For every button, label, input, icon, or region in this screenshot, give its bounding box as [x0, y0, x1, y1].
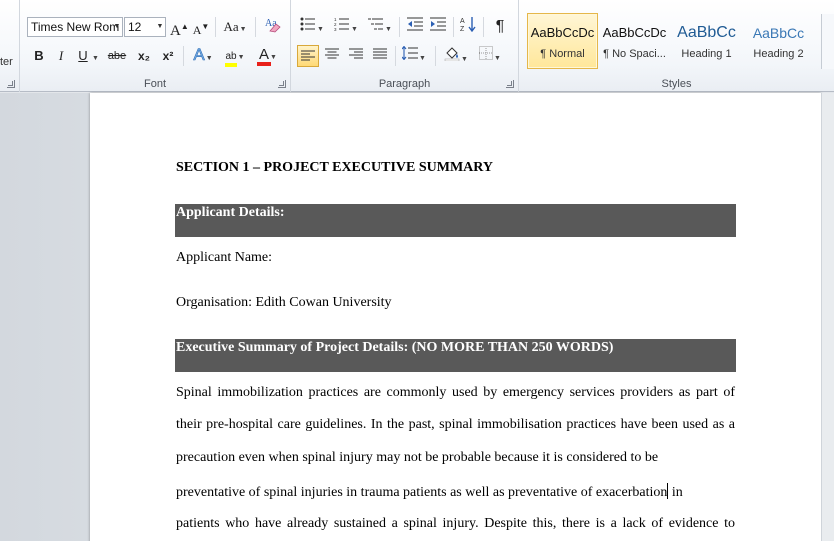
style-preview: AaBbCcDc [602, 25, 667, 40]
numbered-list-icon: 123 [334, 17, 350, 32]
border-grid-icon [479, 46, 494, 60]
style-preview: AaBbCcDc [530, 25, 595, 40]
body-line-4: preventative of spinal injuries in traum… [176, 483, 735, 501]
style-no-spacing[interactable]: AaBbCcDc ¶ No Spaci... [599, 13, 670, 69]
bold-button[interactable]: B [29, 45, 49, 67]
italic-button[interactable]: I [51, 45, 71, 67]
shrink-font-button[interactable]: A▼ [192, 16, 210, 38]
separator [255, 17, 256, 37]
clipboard-label-fragment: ter [0, 56, 13, 68]
font-size-value: 12 [128, 20, 142, 34]
style-normal[interactable]: AaBbCcDc ¶ Normal [527, 13, 598, 69]
borders-button[interactable]: ▼ [475, 45, 505, 67]
font-group-label: Font [143, 78, 166, 90]
style-preview: AaBbCc [752, 25, 805, 41]
applicant-name-line: Applicant Name: [176, 250, 273, 265]
text-effects-button[interactable]: A▼ [188, 44, 218, 66]
separator [399, 17, 400, 37]
font-color-label: A [259, 46, 270, 63]
justify-icon[interactable] [369, 45, 391, 67]
clear-formatting-icon[interactable]: Aa [261, 15, 285, 37]
body-line-4-tail: in [668, 485, 683, 500]
paint-bucket-icon [444, 47, 460, 62]
styles-group: AaBbCcDc ¶ Normal AaBbCcDc ¶ No Spaci...… [519, 0, 834, 92]
subscript-button[interactable]: x₂ [133, 45, 155, 67]
body-line-1: Spinal immobilization practices are comm… [176, 385, 735, 400]
underline-dropdown[interactable]: ▼ [90, 45, 100, 67]
style-name: ¶ No Spaci... [603, 48, 666, 60]
executive-summary-header: Executive Summary of Project Details: (N… [175, 339, 736, 372]
multilevel-list-button[interactable]: ▼ [365, 16, 395, 38]
font-color-button[interactable]: A ▼ [253, 44, 283, 66]
numbering-button[interactable]: 1 2 3 ▼ [331, 16, 361, 38]
document-area: SECTION 1 – PROJECT EXECUTIVE SUMMARY Ap… [0, 93, 834, 541]
show-formatting-marks-button[interactable]: ¶ [489, 16, 511, 38]
styles-gallery-scroll[interactable] [821, 14, 834, 69]
font-group: Times New Rom ▼ 12 ▼ A▲ A▼ Aa▼ Aa B I U … [20, 0, 291, 92]
highlighter-icon: ab [225, 51, 237, 67]
body-line-4-text: preventative of spinal injuries in traum… [176, 485, 668, 500]
separator [183, 46, 184, 66]
font-dialog-launcher-icon[interactable] [278, 80, 286, 88]
decrease-indent-icon[interactable] [404, 16, 426, 38]
paragraph-group: ▼ 1 2 3 ▼ ▼ AZ ¶ ▼ ▼ ▼ Paragraph [291, 0, 519, 92]
align-right-icon[interactable] [345, 45, 367, 67]
grow-font-label: A [170, 23, 181, 39]
body-line-5: patients who have already sustained a sp… [176, 516, 735, 531]
clipboard-launcher-icon[interactable] [7, 80, 15, 88]
style-heading-2[interactable]: AaBbCc Heading 2 [743, 13, 814, 69]
styles-group-label: Styles [661, 78, 692, 90]
paragraph-group-label: Paragraph [378, 78, 431, 90]
highlight-button[interactable]: ab ▼ [220, 44, 250, 67]
font-name-value: Times New Rom [31, 20, 120, 34]
separator [435, 46, 436, 66]
highlight-label: ab [225, 51, 237, 62]
grow-font-button[interactable]: A▲ [170, 16, 189, 39]
chevron-down-icon[interactable]: ▼ [112, 18, 122, 36]
separator [395, 46, 396, 66]
clipboard-group: ter [0, 0, 20, 92]
change-case-label: Aa [223, 19, 239, 34]
font-color-icon: A [257, 46, 272, 66]
sort-icon[interactable]: AZ [457, 16, 479, 38]
multilevel-list-icon [368, 18, 384, 30]
svg-text:A: A [460, 18, 465, 25]
style-preview: AaBbCc [677, 24, 736, 41]
document-page[interactable]: SECTION 1 – PROJECT EXECUTIVE SUMMARY Ap… [90, 93, 821, 541]
font-size-combo[interactable]: 12 ▼ [124, 17, 166, 37]
applicant-details-header: Applicant Details: [175, 204, 736, 237]
paragraph-dialog-launcher-icon[interactable] [506, 80, 514, 88]
change-case-button[interactable]: Aa▼ [220, 16, 250, 38]
style-name: Heading 2 [753, 48, 804, 60]
separator [483, 17, 484, 37]
style-name: Heading 1 [681, 48, 732, 60]
shading-button[interactable]: ▼ [441, 45, 471, 67]
align-left-icon[interactable] [297, 45, 319, 67]
bullets-button[interactable]: ▼ [297, 16, 327, 38]
strikethrough-button[interactable]: abe [104, 45, 130, 67]
line-spacing-icon [401, 45, 419, 61]
svg-text:3: 3 [334, 27, 337, 31]
body-line-2: their pre-hospital care guidelines. In t… [176, 417, 735, 432]
body-line-3: precaution even when spinal injury may n… [176, 450, 659, 465]
style-name: ¶ Normal [540, 48, 585, 60]
align-center-icon[interactable] [321, 45, 343, 67]
line-spacing-button[interactable]: ▼ [399, 45, 429, 67]
vertical-scrollbar[interactable] [821, 93, 834, 541]
svg-text:Z: Z [460, 26, 465, 32]
bullet-list-icon [300, 17, 316, 31]
chevron-down-icon[interactable]: ▼ [155, 18, 165, 36]
section-title: SECTION 1 – PROJECT EXECUTIVE SUMMARY [176, 160, 494, 175]
separator [453, 17, 454, 37]
text-effects-label: A [193, 45, 205, 65]
increase-indent-icon[interactable] [427, 16, 449, 38]
separator [215, 17, 216, 37]
organisation-line: Organisation: Edith Cowan University [176, 295, 392, 310]
style-heading-1[interactable]: AaBbCc Heading 1 [671, 13, 742, 69]
font-name-combo[interactable]: Times New Rom ▼ [27, 17, 123, 37]
ribbon: ter Times New Rom ▼ 12 ▼ A▲ A▼ Aa▼ Aa B … [0, 0, 834, 92]
superscript-button[interactable]: x² [157, 45, 179, 67]
